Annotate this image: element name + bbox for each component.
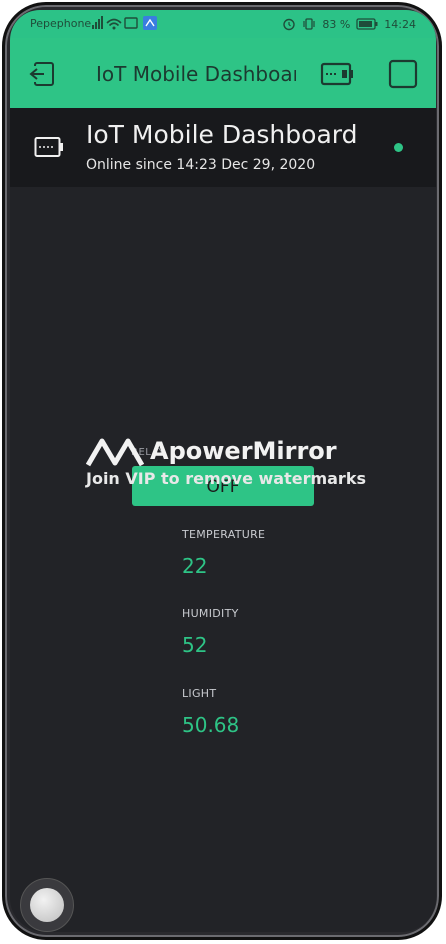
device-icon[interactable] (320, 60, 354, 88)
exit-icon[interactable] (28, 59, 58, 89)
floating-home-ball[interactable] (20, 878, 74, 932)
battery-percent: 83 % (322, 17, 351, 31)
light-value: 50.68 (182, 713, 240, 737)
online-since: Online since 14:23 Dec 29, 2020 (86, 157, 316, 173)
status-right: 83 % 14:24 (282, 17, 416, 31)
relay-toggle-button[interactable]: OFF (132, 466, 314, 506)
temperature-value: 22 (182, 554, 208, 578)
relay-label: RELAY (131, 447, 165, 458)
carrier-name: Pepephone (30, 17, 92, 30)
battery-icon (356, 18, 378, 30)
clock: 14:24 (384, 17, 416, 31)
device-name: IoT Mobile Dashboard (86, 120, 358, 149)
humidity-label: HUMIDITY (182, 607, 239, 620)
online-status-dot (394, 143, 403, 152)
app-bar: IoT Mobile Dashboard (10, 38, 436, 108)
light-label: LIGHT (182, 687, 217, 700)
device-header[interactable]: IoT Mobile Dashboard Online since 14:23 … (10, 108, 436, 187)
status-bar: Pepephone 83 % 14:24 (10, 10, 436, 38)
app-title: IoT Mobile Dashboard (96, 62, 296, 86)
alarm-icon (283, 18, 296, 31)
watermark-brand: ApowerMirror (150, 437, 337, 465)
temperature-label: TEMPERATURE (182, 528, 266, 541)
device-board-icon (34, 137, 63, 157)
humidity-value: 52 (182, 633, 208, 657)
home-ball-knob (30, 888, 64, 922)
signal-wifi-cast-icons (92, 16, 157, 30)
vibrate-icon (303, 18, 315, 30)
app-screen: Pepephone 83 % 14:24 IoT Mobile Dashboar… (10, 10, 436, 932)
square-stop-icon[interactable] (388, 59, 418, 89)
